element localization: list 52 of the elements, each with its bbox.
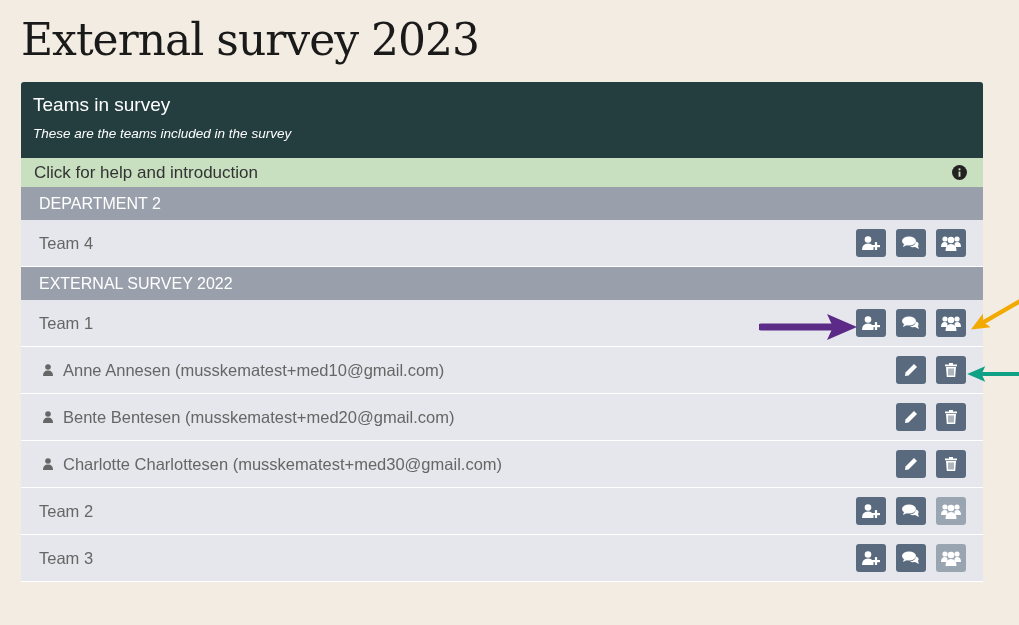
people-group-icon [941, 315, 961, 331]
person-icon [43, 364, 53, 376]
add-member-button[interactable] [856, 309, 886, 337]
edit-button[interactable] [896, 356, 926, 384]
pencil-icon [904, 457, 918, 471]
add-member-button[interactable] [856, 544, 886, 572]
group-label: DEPARTMENT 2 [39, 194, 161, 213]
pencil-icon [904, 410, 918, 424]
team-name: Team 1 [39, 313, 94, 333]
help-bar[interactable]: Click for help and introduction [21, 158, 983, 187]
user-plus-icon [862, 551, 880, 565]
members-button[interactable] [936, 229, 966, 257]
page-title: External survey 2023 [21, 13, 480, 67]
delete-button[interactable] [936, 450, 966, 478]
team-name: Team 4 [39, 233, 94, 253]
help-text: Click for help and introduction [34, 162, 258, 183]
trash-icon [945, 457, 957, 471]
edit-button[interactable] [896, 450, 926, 478]
add-member-button[interactable] [856, 229, 886, 257]
member-name: Anne Annesen (musskematest+med10@gmail.com) [63, 360, 445, 380]
delete-button[interactable] [936, 403, 966, 431]
team-name: Team 2 [39, 501, 94, 521]
team-name: Team 3 [39, 548, 94, 568]
add-member-button[interactable] [856, 497, 886, 525]
trash-icon [945, 363, 957, 377]
people-group-icon [941, 235, 961, 251]
group-label: EXTERNAL SURVEY 2022 [39, 274, 233, 293]
member-name: Bente Bentesen (musskematest+med20@gmail.com) [63, 407, 455, 427]
trash-icon [945, 410, 957, 424]
speech-bubbles-icon [902, 236, 920, 250]
person-icon [43, 411, 53, 423]
panel-title: Teams in survey [33, 94, 172, 116]
panel-subtitle: These are the teams included in the survey [33, 126, 293, 141]
speech-bubbles-icon [902, 316, 920, 330]
comments-button[interactable] [896, 229, 926, 257]
comments-button[interactable] [896, 309, 926, 337]
member-name: Charlotte Charlottesen (musskematest+med30@gmail.com) [63, 454, 503, 474]
members-button[interactable] [936, 309, 966, 337]
delete-button[interactable] [936, 356, 966, 384]
comments-button[interactable] [896, 544, 926, 572]
people-group-icon [941, 550, 961, 566]
user-plus-icon [862, 236, 880, 250]
edit-button[interactable] [896, 403, 926, 431]
pencil-icon [904, 363, 918, 377]
info-icon [952, 165, 967, 180]
person-icon [43, 458, 53, 470]
speech-bubbles-icon [902, 504, 920, 518]
comments-button[interactable] [896, 497, 926, 525]
speech-bubbles-icon [902, 551, 920, 565]
user-plus-icon [862, 316, 880, 330]
user-plus-icon [862, 504, 880, 518]
people-group-icon [941, 503, 961, 519]
